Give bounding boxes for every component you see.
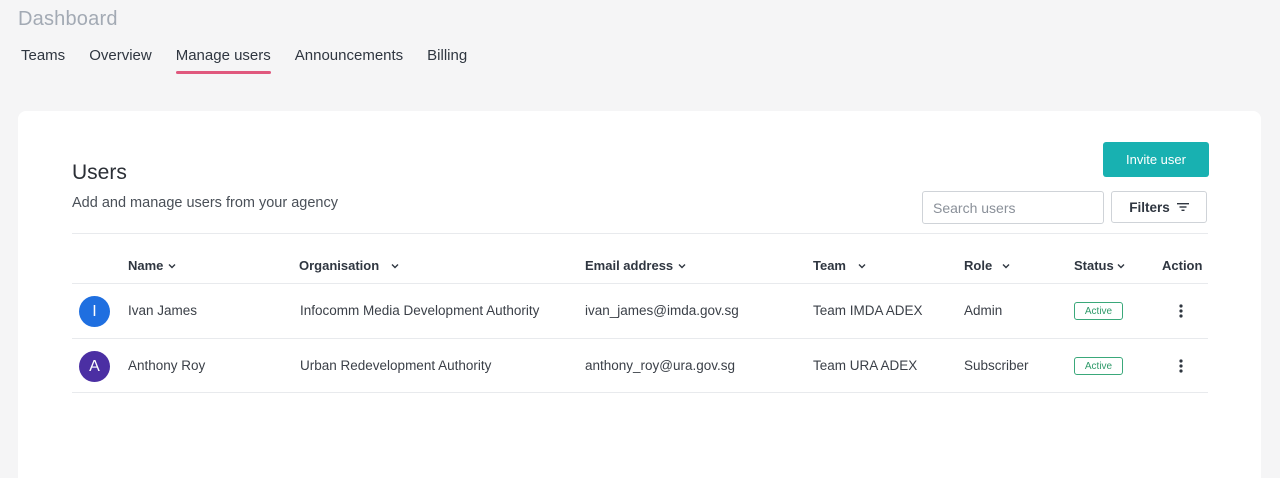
user-email: ivan_james@imda.gov.sg <box>585 303 739 318</box>
tab-announcements[interactable]: Announcements <box>295 47 403 72</box>
user-name: Anthony Roy <box>128 358 206 373</box>
nav-tabs: Teams Overview Manage users Announcement… <box>21 47 491 74</box>
tab-manage-users[interactable]: Manage users <box>175 47 271 74</box>
users-subtitle: Add and manage users from your agency <box>72 195 338 211</box>
more-actions-icon[interactable] <box>1170 300 1192 322</box>
chevron-down-icon <box>1117 263 1125 269</box>
users-table: Name Organisation Email address Team Rol… <box>72 233 1208 393</box>
chevron-down-icon <box>168 263 176 269</box>
chevron-down-icon <box>391 263 399 269</box>
avatar: A <box>79 351 110 382</box>
column-role[interactable]: Role <box>964 258 1010 273</box>
user-email: anthony_roy@ura.gov.sg <box>585 358 736 373</box>
tab-overview[interactable]: Overview <box>89 47 152 72</box>
status-badge: Active <box>1074 302 1123 320</box>
user-name: Ivan James <box>128 303 198 318</box>
avatar: I <box>79 296 110 327</box>
table-header: Name Organisation Email address Team Rol… <box>72 234 1208 283</box>
column-organisation[interactable]: Organisation <box>299 258 399 273</box>
column-status[interactable]: Status <box>1074 258 1125 273</box>
table-row: I Ivan James Infocomm Media Development … <box>72 283 1208 338</box>
users-card: Users Add and manage users from your age… <box>18 111 1261 478</box>
user-team: Team IMDA ADEX <box>813 303 923 318</box>
chevron-down-icon <box>1002 263 1010 269</box>
column-email[interactable]: Email address <box>585 258 686 273</box>
filters-label: Filters <box>1129 199 1170 215</box>
filters-button[interactable]: Filters <box>1111 191 1207 223</box>
users-title: Users <box>72 161 127 184</box>
table-row: A Anthony Roy Urban Redevelopment Author… <box>72 338 1208 393</box>
user-organisation: Urban Redevelopment Authority <box>300 358 492 373</box>
page-title: Dashboard <box>18 8 118 30</box>
user-team: Team URA ADEX <box>813 358 918 373</box>
tab-teams[interactable]: Teams <box>21 47 65 72</box>
more-actions-icon[interactable] <box>1170 355 1192 377</box>
invite-user-button[interactable]: Invite user <box>1103 142 1209 177</box>
user-organisation: Infocomm Media Development Authority <box>300 303 540 318</box>
user-role: Subscriber <box>964 358 1029 373</box>
user-role: Admin <box>964 303 1003 318</box>
chevron-down-icon <box>858 263 866 269</box>
tab-billing[interactable]: Billing <box>427 47 467 72</box>
filter-icon <box>1176 202 1189 212</box>
column-team[interactable]: Team <box>813 258 866 273</box>
status-badge: Active <box>1074 357 1123 375</box>
column-name[interactable]: Name <box>128 258 176 273</box>
chevron-down-icon <box>678 263 686 269</box>
search-users-input[interactable] <box>922 191 1104 224</box>
column-action: Action <box>1162 258 1203 273</box>
